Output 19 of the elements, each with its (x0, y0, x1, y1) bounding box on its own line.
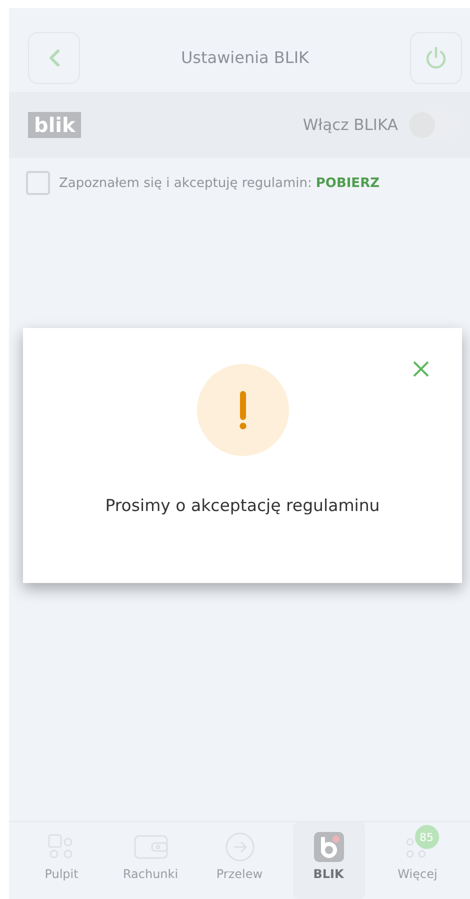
dialog-message: Prosimy o akceptację regulaminu (105, 496, 380, 515)
chevron-left-icon (47, 48, 61, 68)
nav-item[interactable]: Pulpit (26, 822, 98, 899)
notification-badge: 85 (414, 825, 438, 849)
checkbox[interactable] (26, 171, 50, 195)
power-button[interactable] (410, 32, 462, 84)
screen-title: Ustawienia BLIK (180, 48, 310, 67)
blik-logo: blik (28, 112, 82, 138)
nav-item[interactable]: BLIK (292, 822, 364, 899)
download-link[interactable]: POBIERZ (316, 176, 380, 190)
nav-item[interactable]: Przelew (204, 822, 276, 899)
nav-item[interactable]: 85 Więcej (382, 822, 454, 899)
nav-item[interactable]: Rachunki (114, 822, 186, 899)
terms-text: Zapoznałem się i akceptuję regulamin: (59, 176, 312, 190)
toggle-label: Włącz BLIKA (302, 116, 398, 134)
blik-app-icon (314, 832, 344, 862)
warning-icon (196, 364, 288, 456)
close-icon (412, 360, 430, 378)
back-button[interactable] (28, 32, 80, 84)
